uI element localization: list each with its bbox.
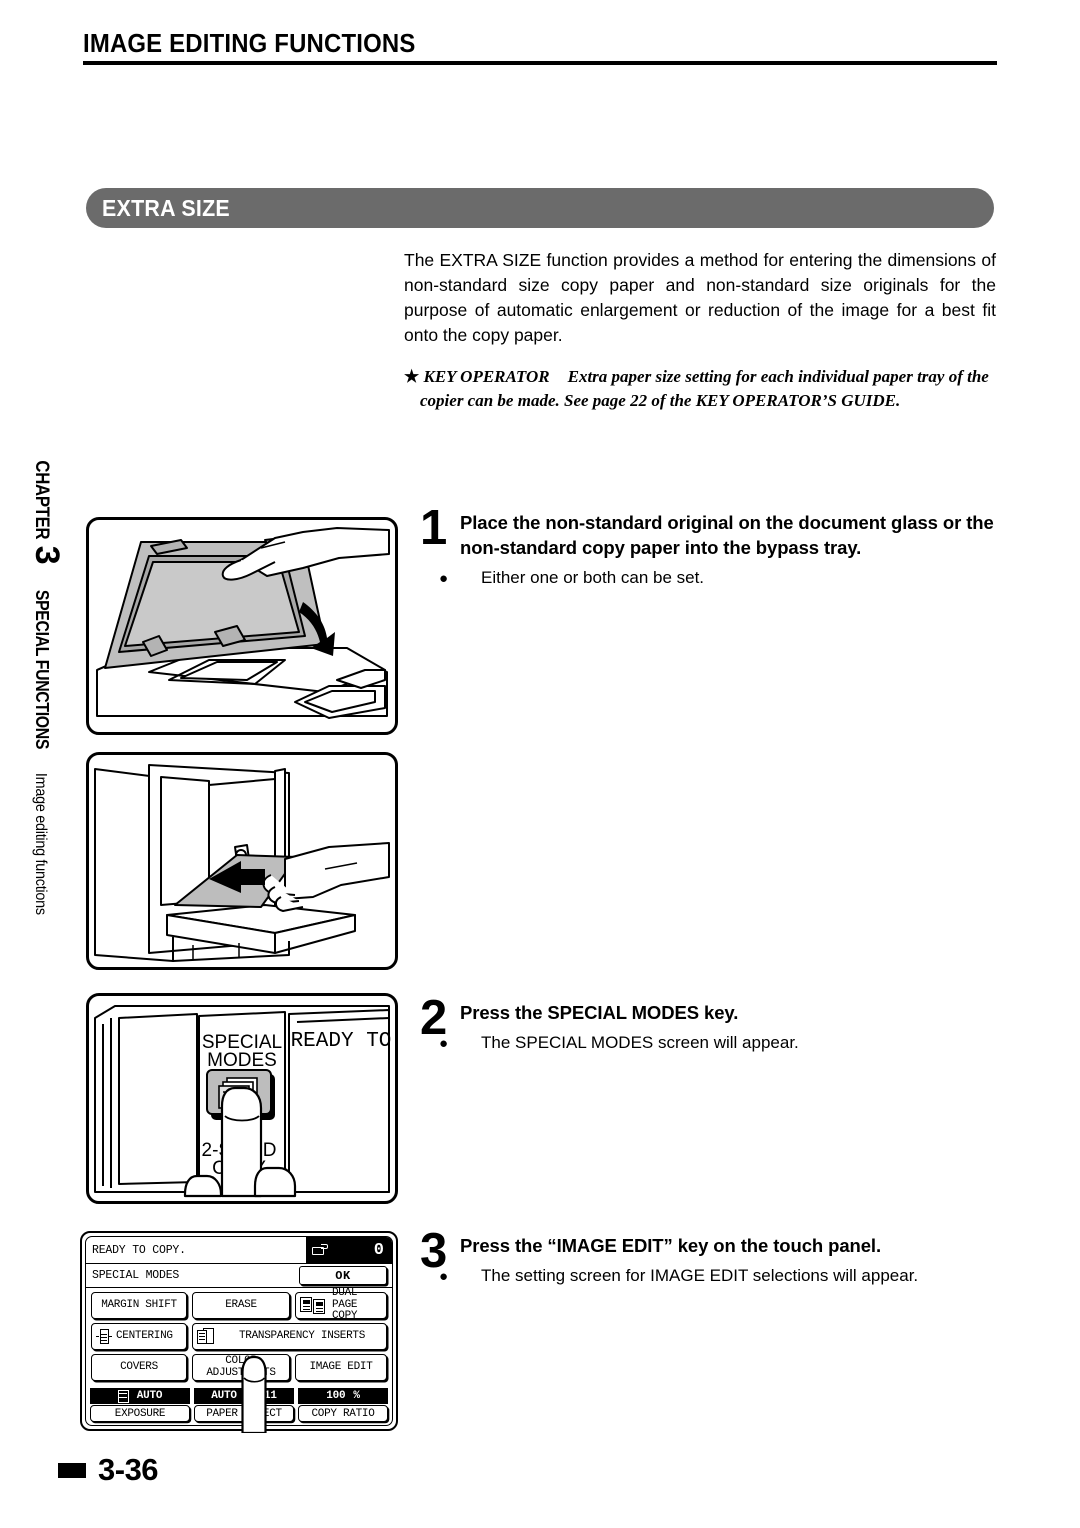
key-dual-page-copy-label: DUAL PAGE COPY — [332, 1287, 358, 1323]
exposure-selector[interactable]: AUTO EXPOSURE — [90, 1388, 190, 1422]
step-1-number: 1 — [420, 501, 448, 555]
star-icon: ★ — [404, 367, 420, 386]
special-modes-key-illustration: SPECIAL MODES READY TO 2-SIDED COPY — [94, 1005, 392, 1198]
step-2: 2 Press the SPECIAL MODES key. ● The SPEC… — [420, 993, 998, 1056]
key-covers-label: COVERS — [120, 1360, 158, 1373]
footer-bar — [58, 1462, 86, 1478]
step-2-bullet: ● The SPECIAL MODES screen will appear. — [439, 1031, 998, 1056]
mode-title: SPECIAL MODES — [92, 1269, 180, 1282]
exposure-icon — [117, 1389, 129, 1403]
page-number: 3-36 — [98, 1452, 159, 1487]
bullet-dot-icon: ● — [439, 1035, 449, 1052]
special-modes-key-label-line2: MODES — [207, 1050, 277, 1071]
page-footer: 3-36 — [58, 1452, 159, 1488]
exposure-value-row: AUTO — [90, 1388, 190, 1404]
key-image-edit[interactable]: IMAGE EDIT — [295, 1354, 387, 1381]
chapter-subsection-name: Image editing functions — [32, 772, 49, 915]
key-margin-shift[interactable]: MARGIN SHIFT — [91, 1292, 187, 1319]
step-3-bullet: ● The setting screen for IMAGE EDIT selec… — [439, 1264, 998, 1289]
step-1: 1 Place the non-standard original on the… — [420, 503, 998, 591]
figure-bypass-tray — [86, 752, 398, 970]
ratio-percent-sign: % — [353, 1390, 360, 1402]
copy-count: 0 — [373, 1240, 384, 1260]
chapter-word: CHAPTER — [31, 460, 52, 540]
key-image-edit-label: IMAGE EDIT — [309, 1360, 373, 1373]
step-3-bullet-text: The setting screen for IMAGE EDIT select… — [481, 1266, 919, 1285]
key-operator-label: KEY OPERATOR — [423, 367, 550, 386]
section-title: EXTRA SIZE — [102, 194, 230, 221]
copy-ratio-selector[interactable]: 100 % COPY RATIO — [298, 1388, 388, 1422]
header-rule — [83, 61, 997, 66]
step-1-heading: Place the non-standard original on the d… — [460, 512, 994, 558]
intro-block: The EXTRA SIZE function provides a metho… — [404, 248, 996, 413]
key-transparency-inserts[interactable]: TRANSPARENCY INSERTS — [192, 1323, 387, 1350]
exposure-value: AUTO — [136, 1390, 163, 1402]
document-glass-illustration — [96, 527, 390, 719]
chapter-number: 3 — [28, 545, 66, 565]
dual-page-icon — [300, 1297, 328, 1314]
step-3: 3 Press the “IMAGE EDIT” key on the touc… — [420, 1226, 998, 1289]
third-finger — [183, 1174, 223, 1198]
page-header: IMAGE EDITING FUNCTIONS — [83, 28, 997, 66]
ratio-value: 100 — [326, 1390, 346, 1402]
status-right-block: 0 — [306, 1237, 392, 1263]
figure-special-modes-key: SPECIAL MODES READY TO 2-SIDED COPY — [86, 993, 398, 1204]
ok-button[interactable]: OK — [299, 1266, 387, 1285]
mode-title-bar: SPECIAL MODES OK — [86, 1264, 392, 1288]
step-2-bullet-text: The SPECIAL MODES screen will appear. — [481, 1033, 799, 1052]
key-centering-label: CENTERING — [116, 1329, 173, 1342]
key-row-2: CENTERING TRANSPARENCY INSERTS — [91, 1323, 387, 1350]
chapter-section-name: SPECIAL FUNCTIONS — [32, 589, 52, 749]
paper-value: AUTO — [211, 1390, 237, 1402]
exposure-label: EXPOSURE — [90, 1405, 190, 1422]
bypass-tray-illustration — [94, 764, 390, 962]
key-row-1: MARGIN SHIFT ERASE DUAL PAGE COPY — [91, 1288, 387, 1322]
chapter-tab: CHAPTER 3 SPECIAL FUNCTIONS Image editin… — [10, 455, 66, 975]
step-1-bullet-text: Either one or both can be set. — [481, 568, 705, 587]
key-erase[interactable]: ERASE — [192, 1292, 290, 1319]
copy-ratio-label: COPY RATIO — [298, 1405, 388, 1422]
bullet-dot-icon: ● — [439, 570, 449, 587]
key-erase-label: ERASE — [225, 1298, 257, 1311]
figure-document-glass — [86, 517, 398, 735]
key-covers[interactable]: COVERS — [91, 1354, 187, 1381]
ratio-value-row: 100 % — [298, 1388, 388, 1404]
step-2-heading: Press the SPECIAL MODES key. — [460, 1002, 739, 1023]
transparency-icon — [197, 1328, 214, 1345]
centering-icon — [96, 1329, 112, 1345]
key-margin-shift-label: MARGIN SHIFT — [101, 1298, 177, 1311]
second-finger — [253, 1166, 297, 1198]
paper-tray-icon — [312, 1243, 328, 1257]
step-1-bullet: ● Either one or both can be set. — [439, 566, 998, 591]
status-message: READY TO COPY. — [92, 1243, 186, 1257]
panel-display-text: READY TO — [291, 1030, 392, 1053]
touch-panel-status-bar: READY TO COPY. 0 — [86, 1237, 392, 1264]
key-centering[interactable]: CENTERING — [91, 1323, 187, 1350]
key-dual-page-copy[interactable]: DUAL PAGE COPY — [295, 1288, 387, 1322]
running-head-title: IMAGE EDITING FUNCTIONS — [83, 28, 416, 58]
section-title-bar: EXTRA SIZE — [86, 188, 994, 228]
touch-panel-pressing-finger — [241, 1355, 267, 1433]
step-3-heading: Press the “IMAGE EDIT” key on the touch … — [460, 1235, 881, 1256]
bullet-dot-icon: ● — [439, 1268, 449, 1285]
key-transparency-inserts-label: TRANSPARENCY INSERTS — [238, 1329, 366, 1342]
intro-paragraph: The EXTRA SIZE function provides a metho… — [404, 250, 996, 345]
key-operator-note: ★ KEY OPERATOR Extra paper size setting f… — [404, 365, 996, 413]
